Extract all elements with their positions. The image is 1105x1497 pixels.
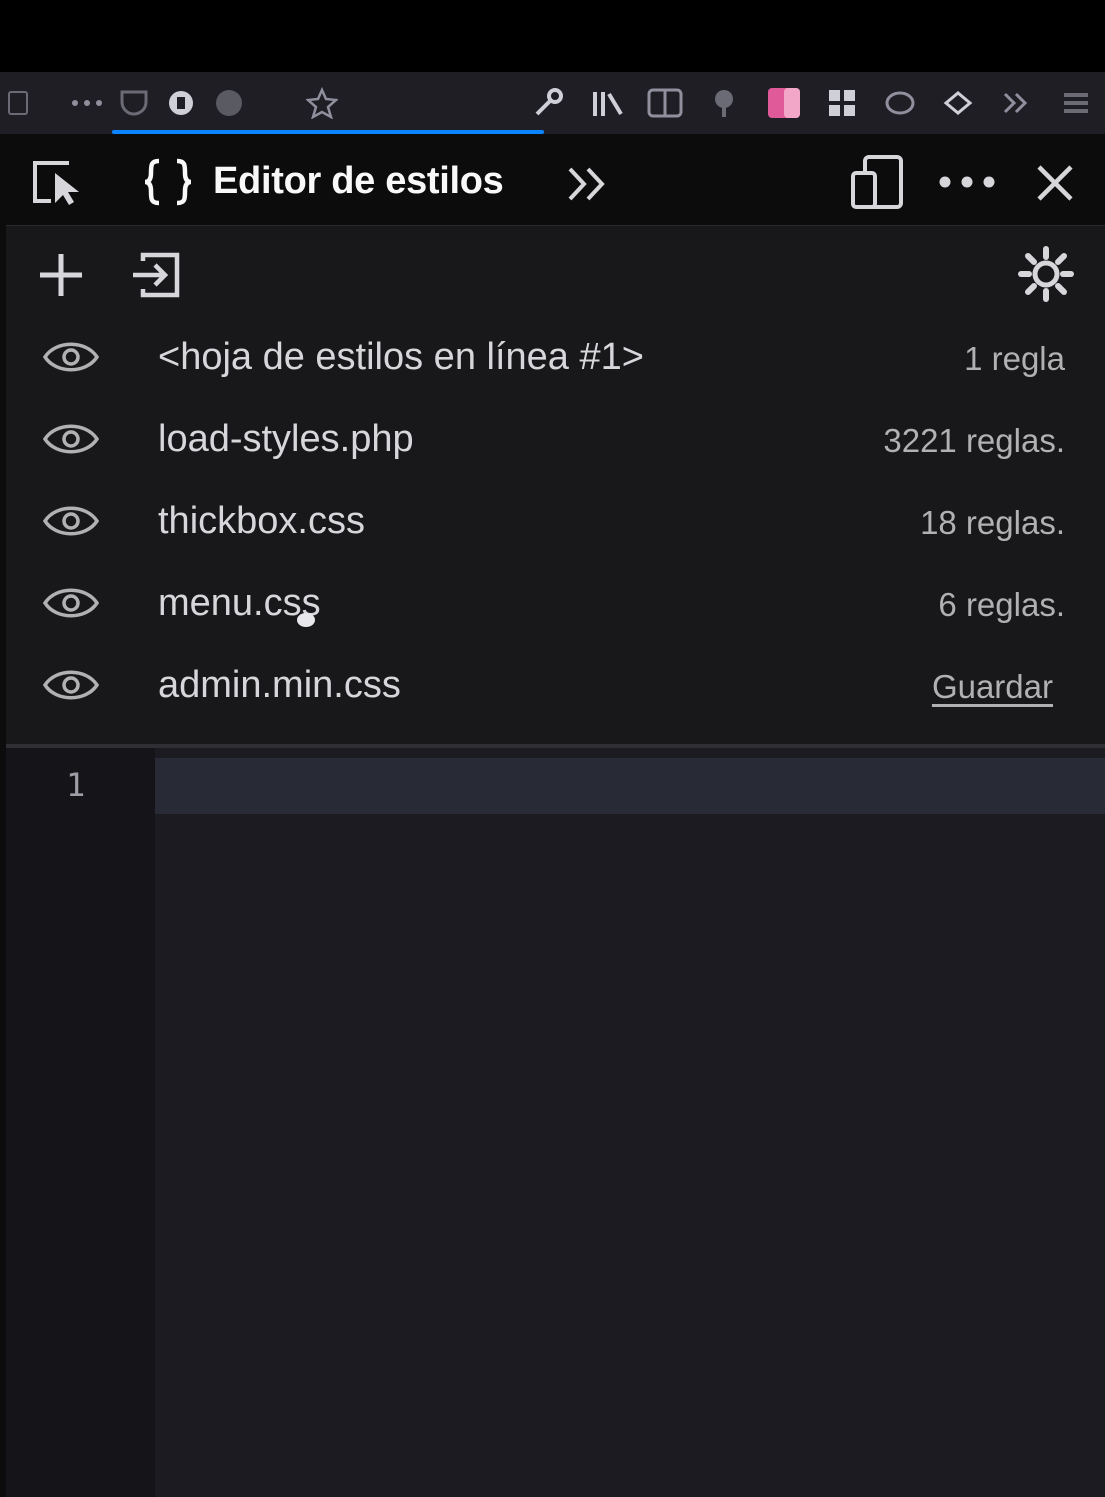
line-number-gutter: 1 xyxy=(0,748,155,1497)
stylesheet-name: <hoja de estilos en línea #1> xyxy=(158,336,644,378)
mouse-cursor-icon xyxy=(294,610,318,635)
stylesheet-rule-count: 6 reglas. xyxy=(938,586,1065,623)
library-icon[interactable] xyxy=(590,86,626,120)
eye-icon[interactable] xyxy=(42,584,100,622)
stylesheet-rule-count: 1 regla xyxy=(964,340,1065,377)
eye-icon[interactable] xyxy=(42,338,100,376)
css-code-editor[interactable]: 1 xyxy=(0,748,1105,1497)
new-stylesheet-icon[interactable] xyxy=(34,248,88,302)
extension-leaf-icon[interactable] xyxy=(706,86,742,120)
save-link[interactable]: Guardar xyxy=(932,668,1053,706)
more-tools-chevron-icon[interactable] xyxy=(562,160,614,208)
stylesheet-list: <hoja de estilos en línea #1> 1 regla lo… xyxy=(0,316,1105,744)
extension-sync-icon[interactable] xyxy=(940,86,976,120)
stylesheet-row-load-styles[interactable]: load-styles.php 3221 reglas. xyxy=(0,398,1105,480)
element-picker-icon[interactable] xyxy=(28,156,90,208)
close-icon[interactable] xyxy=(1030,158,1080,208)
stylesheet-row-inline[interactable]: <hoja de estilos en línea #1> 1 regla xyxy=(0,316,1105,398)
import-stylesheet-icon[interactable] xyxy=(128,246,186,304)
page-actions-icon[interactable] xyxy=(70,86,104,120)
extension-badge-icon[interactable] xyxy=(166,86,196,120)
stylesheet-name: load-styles.php xyxy=(158,418,414,460)
window-top-bar xyxy=(0,0,1105,72)
sidebar-icon[interactable] xyxy=(4,86,32,120)
window-left-edge xyxy=(0,134,6,1497)
braces-icon xyxy=(140,156,196,208)
hamburger-menu-icon[interactable] xyxy=(1058,86,1094,120)
stylesheet-name: admin.min.css xyxy=(158,664,401,706)
eye-icon[interactable] xyxy=(42,502,100,540)
browser-toolbar xyxy=(0,72,1105,134)
devtools-tab-bar xyxy=(0,134,1105,226)
style-editor-toolbar xyxy=(0,226,1105,316)
extension-code-icon[interactable] xyxy=(882,86,918,120)
extension-grid-icon[interactable] xyxy=(824,86,860,120)
stylesheet-name: thickbox.css xyxy=(158,500,365,542)
reader-view-icon[interactable] xyxy=(646,86,684,120)
bookmark-star-icon[interactable] xyxy=(304,86,340,120)
stylesheet-row-thickbox[interactable]: thickbox.css 18 reglas. xyxy=(0,480,1105,562)
extension-color-icon[interactable] xyxy=(764,86,804,120)
eye-icon[interactable] xyxy=(42,420,100,458)
extension-dot-icon[interactable] xyxy=(212,86,246,120)
line-number: 1 xyxy=(66,766,86,804)
active-line-highlight[interactable] xyxy=(155,758,1105,814)
stylesheet-row-admin[interactable]: admin.min.css Guardar xyxy=(0,644,1105,726)
settings-gear-icon[interactable] xyxy=(1016,244,1076,304)
stylesheet-rule-count: 18 reglas. xyxy=(920,504,1065,541)
devtools-wrench-icon[interactable] xyxy=(530,86,566,120)
eye-icon[interactable] xyxy=(42,666,100,704)
more-options-icon[interactable] xyxy=(936,164,998,200)
tab-style-editor[interactable]: Editor de estilos xyxy=(213,160,504,203)
pocket-icon[interactable] xyxy=(116,86,152,120)
overflow-chevron-icon[interactable] xyxy=(998,86,1034,120)
stylesheet-row-menu[interactable]: menu.css 6 reglas. xyxy=(0,562,1105,644)
stylesheet-rule-count: 3221 reglas. xyxy=(883,422,1065,459)
dock-toggle-icon[interactable] xyxy=(848,152,906,212)
